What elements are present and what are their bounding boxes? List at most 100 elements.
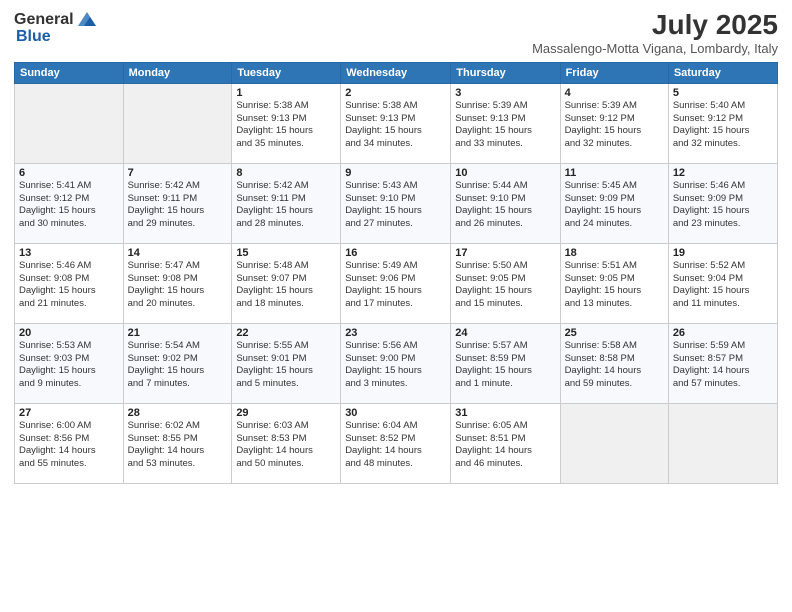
calendar-cell: 18Sunrise: 5:51 AM Sunset: 9:05 PM Dayli… [560,243,668,323]
title-block: July 2025 Massalengo-Motta Vigana, Lomba… [532,10,778,56]
day-number: 15 [236,247,336,259]
day-info: Sunrise: 5:59 AM Sunset: 8:57 PM Dayligh… [673,340,773,391]
calendar-cell [15,83,124,163]
day-number: 17 [455,247,555,259]
day-info: Sunrise: 5:41 AM Sunset: 9:12 PM Dayligh… [19,180,119,231]
day-number: 20 [19,327,119,339]
header-saturday: Saturday [668,62,777,83]
calendar-cell: 27Sunrise: 6:00 AM Sunset: 8:56 PM Dayli… [15,403,124,483]
calendar-cell [123,83,232,163]
day-number: 18 [565,247,664,259]
day-info: Sunrise: 5:46 AM Sunset: 9:09 PM Dayligh… [673,180,773,231]
calendar-cell: 29Sunrise: 6:03 AM Sunset: 8:53 PM Dayli… [232,403,341,483]
calendar-cell: 8Sunrise: 5:42 AM Sunset: 9:11 PM Daylig… [232,163,341,243]
day-number: 29 [236,407,336,419]
calendar-cell: 5Sunrise: 5:40 AM Sunset: 9:12 PM Daylig… [668,83,777,163]
calendar-cell [668,403,777,483]
day-number: 2 [345,87,446,99]
day-number: 25 [565,327,664,339]
calendar-cell: 12Sunrise: 5:46 AM Sunset: 9:09 PM Dayli… [668,163,777,243]
calendar-cell: 10Sunrise: 5:44 AM Sunset: 9:10 PM Dayli… [451,163,560,243]
calendar-week-row: 6Sunrise: 5:41 AM Sunset: 9:12 PM Daylig… [15,163,778,243]
day-info: Sunrise: 5:50 AM Sunset: 9:05 PM Dayligh… [455,260,555,311]
calendar-cell: 4Sunrise: 5:39 AM Sunset: 9:12 PM Daylig… [560,83,668,163]
calendar-cell: 11Sunrise: 5:45 AM Sunset: 9:09 PM Dayli… [560,163,668,243]
calendar-cell: 25Sunrise: 5:58 AM Sunset: 8:58 PM Dayli… [560,323,668,403]
day-info: Sunrise: 6:02 AM Sunset: 8:55 PM Dayligh… [128,420,228,471]
calendar-cell: 7Sunrise: 5:42 AM Sunset: 9:11 PM Daylig… [123,163,232,243]
day-number: 3 [455,87,555,99]
day-info: Sunrise: 5:46 AM Sunset: 9:08 PM Dayligh… [19,260,119,311]
calendar-cell: 3Sunrise: 5:39 AM Sunset: 9:13 PM Daylig… [451,83,560,163]
day-number: 7 [128,167,228,179]
calendar-week-row: 13Sunrise: 5:46 AM Sunset: 9:08 PM Dayli… [15,243,778,323]
day-number: 30 [345,407,446,419]
calendar-week-row: 27Sunrise: 6:00 AM Sunset: 8:56 PM Dayli… [15,403,778,483]
calendar-cell: 13Sunrise: 5:46 AM Sunset: 9:08 PM Dayli… [15,243,124,323]
day-info: Sunrise: 5:43 AM Sunset: 9:10 PM Dayligh… [345,180,446,231]
day-info: Sunrise: 5:47 AM Sunset: 9:08 PM Dayligh… [128,260,228,311]
day-number: 13 [19,247,119,259]
day-info: Sunrise: 5:55 AM Sunset: 9:01 PM Dayligh… [236,340,336,391]
day-info: Sunrise: 5:56 AM Sunset: 9:00 PM Dayligh… [345,340,446,391]
day-info: Sunrise: 6:05 AM Sunset: 8:51 PM Dayligh… [455,420,555,471]
calendar-cell: 24Sunrise: 5:57 AM Sunset: 8:59 PM Dayli… [451,323,560,403]
day-info: Sunrise: 5:49 AM Sunset: 9:06 PM Dayligh… [345,260,446,311]
day-number: 31 [455,407,555,419]
header-wednesday: Wednesday [341,62,451,83]
calendar-header-row: Sunday Monday Tuesday Wednesday Thursday… [15,62,778,83]
logo-general: General [14,11,74,29]
day-info: Sunrise: 5:42 AM Sunset: 9:11 PM Dayligh… [236,180,336,231]
logo-blue: Blue [16,28,51,46]
header-thursday: Thursday [451,62,560,83]
day-info: Sunrise: 5:45 AM Sunset: 9:09 PM Dayligh… [565,180,664,231]
day-number: 27 [19,407,119,419]
day-info: Sunrise: 5:44 AM Sunset: 9:10 PM Dayligh… [455,180,555,231]
day-info: Sunrise: 5:38 AM Sunset: 9:13 PM Dayligh… [236,100,336,151]
day-number: 9 [345,167,446,179]
day-info: Sunrise: 5:42 AM Sunset: 9:11 PM Dayligh… [128,180,228,231]
day-number: 14 [128,247,228,259]
calendar-cell: 9Sunrise: 5:43 AM Sunset: 9:10 PM Daylig… [341,163,451,243]
calendar-cell [560,403,668,483]
day-info: Sunrise: 5:51 AM Sunset: 9:05 PM Dayligh… [565,260,664,311]
day-info: Sunrise: 5:53 AM Sunset: 9:03 PM Dayligh… [19,340,119,391]
calendar-body: 1Sunrise: 5:38 AM Sunset: 9:13 PM Daylig… [15,83,778,483]
calendar-cell: 31Sunrise: 6:05 AM Sunset: 8:51 PM Dayli… [451,403,560,483]
day-info: Sunrise: 5:54 AM Sunset: 9:02 PM Dayligh… [128,340,228,391]
month-year-title: July 2025 [532,10,778,41]
calendar-cell: 6Sunrise: 5:41 AM Sunset: 9:12 PM Daylig… [15,163,124,243]
calendar-week-row: 1Sunrise: 5:38 AM Sunset: 9:13 PM Daylig… [15,83,778,163]
day-number: 19 [673,247,773,259]
day-info: Sunrise: 6:03 AM Sunset: 8:53 PM Dayligh… [236,420,336,471]
day-number: 6 [19,167,119,179]
calendar-cell: 30Sunrise: 6:04 AM Sunset: 8:52 PM Dayli… [341,403,451,483]
calendar-cell: 14Sunrise: 5:47 AM Sunset: 9:08 PM Dayli… [123,243,232,323]
calendar-cell: 21Sunrise: 5:54 AM Sunset: 9:02 PM Dayli… [123,323,232,403]
day-number: 5 [673,87,773,99]
day-info: Sunrise: 5:52 AM Sunset: 9:04 PM Dayligh… [673,260,773,311]
day-number: 21 [128,327,228,339]
day-number: 11 [565,167,664,179]
day-info: Sunrise: 5:39 AM Sunset: 9:13 PM Dayligh… [455,100,555,151]
header-sunday: Sunday [15,62,124,83]
day-number: 4 [565,87,664,99]
day-number: 24 [455,327,555,339]
calendar-cell: 15Sunrise: 5:48 AM Sunset: 9:07 PM Dayli… [232,243,341,323]
day-info: Sunrise: 5:57 AM Sunset: 8:59 PM Dayligh… [455,340,555,391]
day-number: 23 [345,327,446,339]
calendar-cell: 16Sunrise: 5:49 AM Sunset: 9:06 PM Dayli… [341,243,451,323]
page-header: General Blue July 2025 Massalengo-Motta … [14,10,778,56]
logo-icon [76,8,98,30]
calendar-cell: 17Sunrise: 5:50 AM Sunset: 9:05 PM Dayli… [451,243,560,323]
calendar-cell: 22Sunrise: 5:55 AM Sunset: 9:01 PM Dayli… [232,323,341,403]
calendar-cell: 26Sunrise: 5:59 AM Sunset: 8:57 PM Dayli… [668,323,777,403]
calendar-cell: 2Sunrise: 5:38 AM Sunset: 9:13 PM Daylig… [341,83,451,163]
day-info: Sunrise: 5:39 AM Sunset: 9:12 PM Dayligh… [565,100,664,151]
day-number: 10 [455,167,555,179]
calendar-page: General Blue July 2025 Massalengo-Motta … [0,0,792,612]
day-number: 1 [236,87,336,99]
calendar-cell: 20Sunrise: 5:53 AM Sunset: 9:03 PM Dayli… [15,323,124,403]
header-monday: Monday [123,62,232,83]
day-info: Sunrise: 6:04 AM Sunset: 8:52 PM Dayligh… [345,420,446,471]
